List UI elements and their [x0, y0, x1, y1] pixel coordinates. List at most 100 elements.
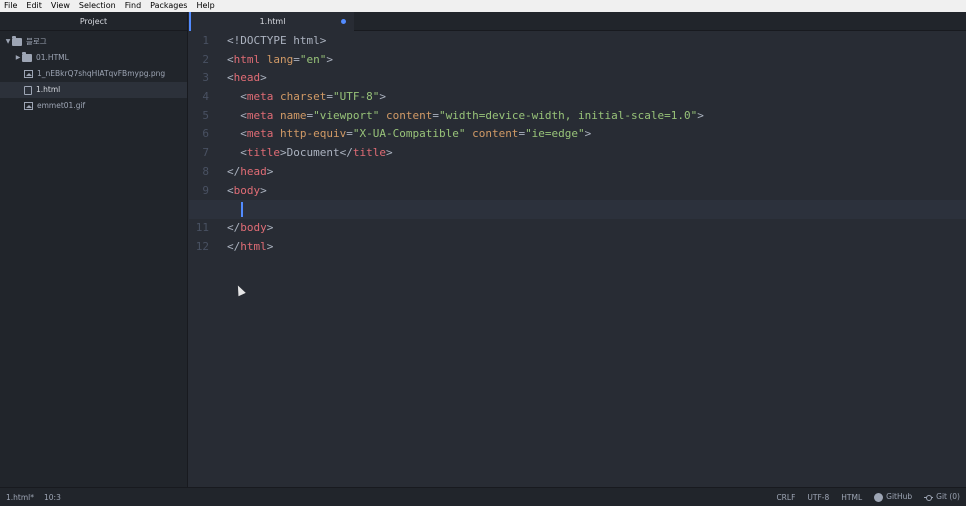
code-token: head: [240, 164, 267, 178]
code-token: <!DOCTYPE html>: [227, 34, 327, 47]
code-line[interactable]: <body>: [227, 182, 966, 201]
text-cursor: [241, 201, 243, 217]
code-token: <: [227, 52, 234, 66]
tab-bar: 1.html: [189, 12, 966, 31]
github-label: GitHub: [886, 492, 913, 502]
line-number: 9: [202, 183, 209, 197]
line-number: 2: [202, 52, 209, 66]
root-folder-label: 블로그: [26, 37, 47, 46]
code-token: name: [273, 108, 307, 122]
tab-1-html[interactable]: 1.html: [189, 12, 354, 31]
code-token: charset: [273, 90, 327, 104]
line-number: 5: [202, 108, 209, 122]
status-file-name[interactable]: 1.html*: [6, 493, 34, 502]
code-line[interactable]: <meta charset="UTF-8">: [227, 88, 966, 107]
code-token: >: [379, 90, 386, 104]
line-number: 3: [202, 71, 209, 85]
tree-root-folder[interactable]: ▼ 블로그: [0, 34, 187, 50]
line-number: 6: [202, 127, 209, 141]
code-token: >: [266, 220, 274, 234]
git-commit-icon: [924, 493, 934, 502]
code-token: html: [240, 239, 267, 253]
tree-item-label: 1.html: [36, 85, 61, 94]
status-github[interactable]: GitHub: [874, 492, 912, 502]
menu-item-file[interactable]: File: [0, 0, 22, 12]
code-line[interactable]: </html>: [227, 238, 966, 257]
code-line[interactable]: <meta http-equiv="X-UA-Compatible" conte…: [227, 125, 966, 144]
line-number: 12: [195, 239, 209, 253]
code-token: =: [432, 108, 439, 122]
menu-item-find[interactable]: Find: [121, 0, 146, 12]
line-number: 8: [202, 164, 209, 178]
menu-item-help[interactable]: Help: [192, 0, 219, 12]
code-token: =: [293, 52, 300, 66]
tree-item-file[interactable]: emmet01.gif: [0, 98, 187, 114]
status-line-ending[interactable]: CRLF: [776, 493, 795, 502]
code-token: title: [246, 146, 280, 160]
code-token: >: [697, 108, 704, 122]
code-token: content: [465, 127, 519, 141]
file-tree: ▼ 블로그 ▶ 01.HTML 1_nEBkrQ7shqHlATqvFBmypg…: [0, 31, 187, 114]
status-cursor-position[interactable]: 10:3: [44, 493, 61, 502]
code-token: meta: [246, 90, 274, 104]
code-token: >: [260, 71, 267, 85]
code-token: "viewport": [313, 108, 380, 122]
code-line[interactable]: </body>: [227, 219, 966, 238]
code-token: http-equiv: [273, 127, 347, 141]
code-token: meta: [246, 108, 274, 122]
project-sidebar: Project ▼ 블로그 ▶ 01.HTML 1_nEBkrQ7shqHlAT…: [0, 12, 188, 487]
tree-item-label: 1_nEBkrQ7shqHlATqvFBmypg.png: [37, 69, 166, 78]
code-editor[interactable]: 123456789101112 <!DOCTYPE html><html lan…: [189, 32, 966, 487]
code-line[interactable]: <!DOCTYPE html>: [227, 32, 966, 51]
code-token: title: [352, 146, 386, 160]
code-line[interactable]: <meta name="viewport" content="width=dev…: [227, 107, 966, 126]
code-line[interactable]: </head>: [227, 163, 966, 182]
code-line[interactable]: <title>Document</title>: [227, 144, 966, 163]
code-token: <: [240, 90, 247, 104]
code-area[interactable]: <!DOCTYPE html> <html lang="en"> <head> <m…: [189, 32, 966, 257]
tree-item-file[interactable]: 1_nEBkrQ7shqHlATqvFBmypg.png: [0, 66, 187, 82]
chevron-down-icon[interactable]: ▼: [4, 34, 12, 50]
line-number: 7: [202, 146, 209, 160]
code-token: </: [227, 239, 241, 253]
tree-item-file-selected[interactable]: 1.html: [0, 82, 187, 98]
code-token: <: [227, 183, 234, 197]
code-token: html: [233, 52, 261, 66]
tree-item-folder[interactable]: ▶ 01.HTML: [0, 50, 187, 66]
status-grammar[interactable]: HTML: [841, 493, 862, 502]
code-token: <: [227, 71, 234, 85]
code-token: >: [584, 127, 592, 141]
code-line[interactable]: <html lang="en">: [227, 51, 966, 70]
code-token: content: [379, 108, 433, 122]
file-icon: [24, 85, 32, 95]
code-token: >Document</: [280, 146, 353, 160]
code-token: >: [266, 239, 274, 253]
code-line[interactable]: <head>: [227, 69, 966, 88]
code-token: </: [227, 220, 241, 234]
line-number: 11: [195, 220, 209, 234]
code-line[interactable]: [189, 200, 966, 219]
line-number: 1: [202, 34, 209, 47]
modified-indicator-icon[interactable]: [341, 19, 346, 24]
chevron-right-icon[interactable]: ▶: [14, 50, 22, 66]
code-token: >: [266, 164, 274, 178]
code-token: "width=device-width, initial-scale=1.0": [438, 108, 698, 122]
code-token: >: [385, 146, 393, 160]
code-token: body: [240, 220, 267, 234]
status-encoding[interactable]: UTF-8: [807, 493, 829, 502]
folder-icon: [12, 36, 22, 46]
git-label: Git (0): [936, 492, 960, 502]
image-file-icon: [24, 102, 33, 110]
menu-item-packages[interactable]: Packages: [146, 0, 192, 12]
menu-item-selection[interactable]: Selection: [75, 0, 121, 12]
menu-item-view[interactable]: View: [47, 0, 75, 12]
code-token: =: [326, 90, 333, 104]
code-token: "UTF-8": [332, 90, 380, 104]
github-icon: [874, 492, 884, 502]
menu-item-edit[interactable]: Edit: [22, 0, 47, 12]
code-token: body: [233, 183, 261, 197]
menu-bar: File Edit View Selection Find Packages Help: [0, 0, 966, 12]
folder-icon: [22, 52, 32, 62]
code-token: >: [326, 52, 333, 66]
status-git[interactable]: Git (0): [924, 492, 960, 502]
